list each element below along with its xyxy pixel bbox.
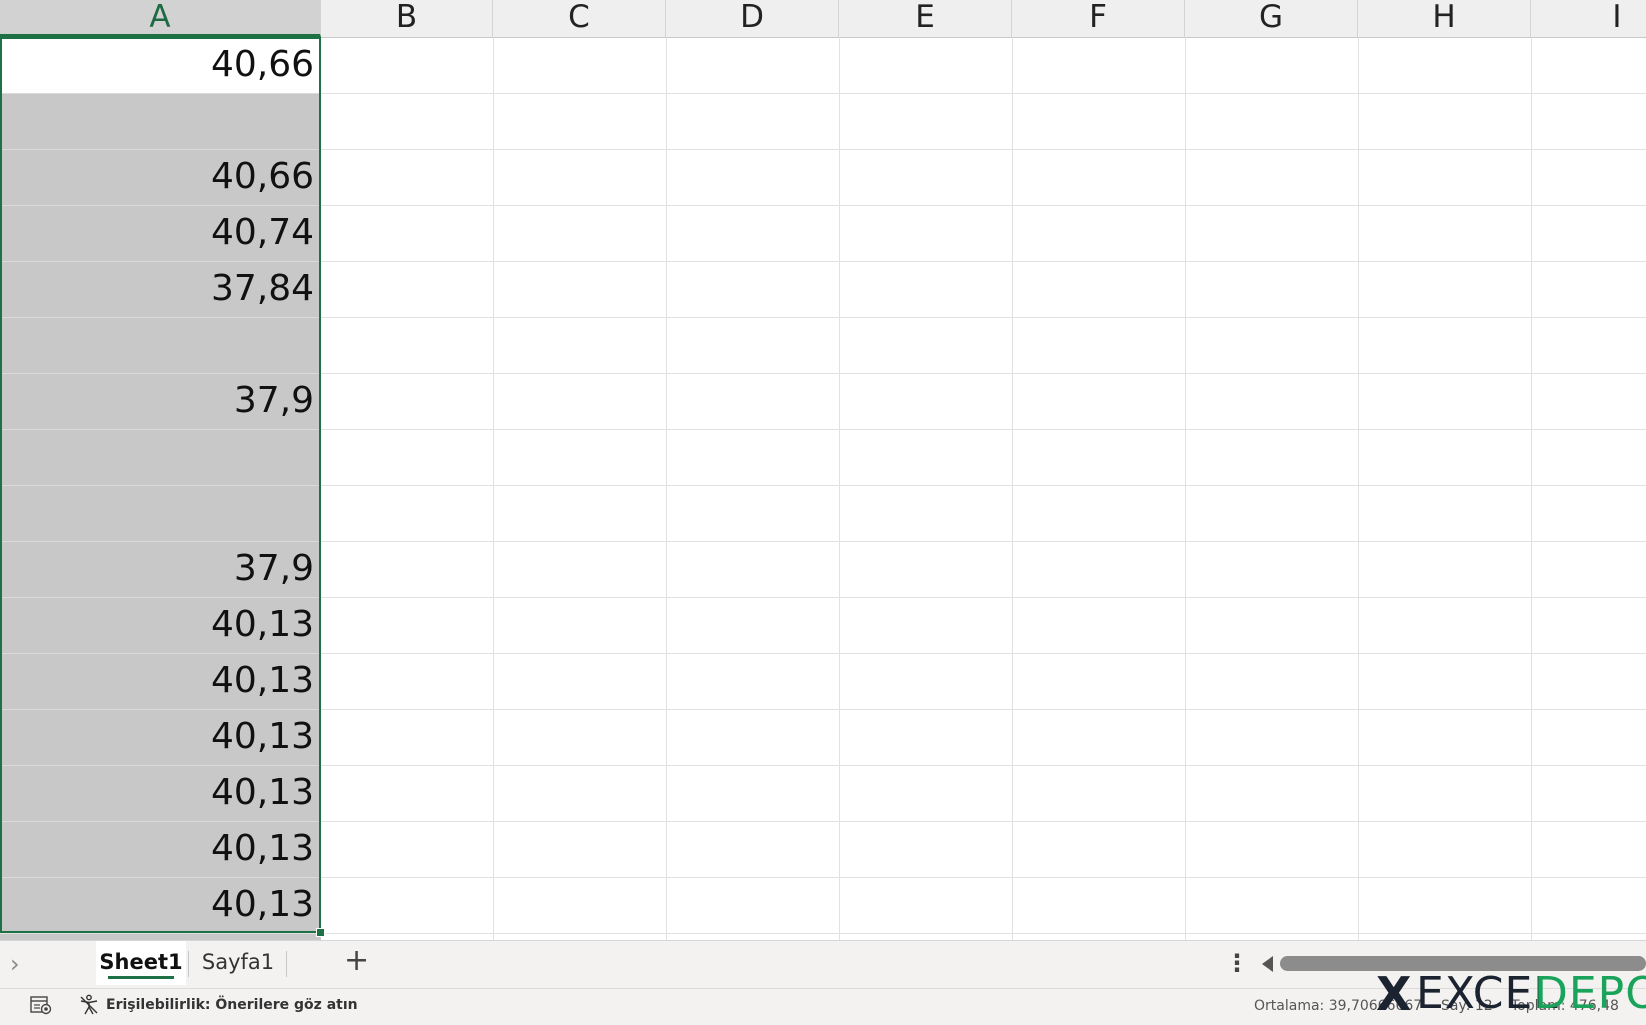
column-header-c[interactable]: C bbox=[493, 0, 666, 37]
watermark-depo: DEPO bbox=[1534, 968, 1646, 1019]
tab-separator bbox=[286, 951, 287, 977]
active-tab-underline bbox=[108, 976, 174, 979]
tab-sheet1[interactable]: Sheet1 bbox=[96, 941, 186, 985]
watermark-x: X bbox=[1376, 967, 1412, 1021]
more-options-icon[interactable]: ⋮ bbox=[1225, 949, 1249, 977]
column-header-f[interactable]: F bbox=[1012, 0, 1185, 37]
selection-border bbox=[0, 37, 321, 933]
column-header-d[interactable]: D bbox=[666, 0, 839, 37]
column-header-i[interactable]: I bbox=[1531, 0, 1646, 37]
column-header-e[interactable]: E bbox=[839, 0, 1012, 37]
column-header-g[interactable]: G bbox=[1185, 0, 1358, 37]
accessibility-icon[interactable] bbox=[78, 994, 100, 1016]
scroll-left-arrow-icon[interactable] bbox=[1262, 956, 1273, 972]
column-header-h[interactable]: H bbox=[1358, 0, 1531, 37]
tab-separator bbox=[188, 951, 189, 977]
macro-recording-icon[interactable] bbox=[30, 995, 52, 1015]
tab-sayfa1-label: Sayfa1 bbox=[201, 950, 275, 974]
worksheet-grid[interactable]: 40,66 40,66 40,74 37,84 37,9 37,9 40,13 … bbox=[0, 37, 1646, 940]
exceldepo-watermark-logo: X EXCEL DEPO bbox=[1376, 967, 1646, 1021]
accessibility-status[interactable]: Erişilebilirlik: Önerilere göz atın bbox=[106, 997, 358, 1013]
column-header-a[interactable]: A bbox=[0, 0, 321, 37]
fill-handle[interactable] bbox=[316, 928, 325, 937]
column-header-row: A B C D E F G H I bbox=[0, 0, 1646, 38]
tab-sheet1-label: Sheet1 bbox=[99, 950, 183, 974]
column-header-b[interactable]: B bbox=[321, 0, 493, 37]
add-sheet-button[interactable]: + bbox=[344, 943, 369, 978]
tab-sayfa1[interactable]: Sayfa1 bbox=[192, 941, 284, 985]
tab-scroll-chevron-icon[interactable]: › bbox=[10, 950, 20, 978]
